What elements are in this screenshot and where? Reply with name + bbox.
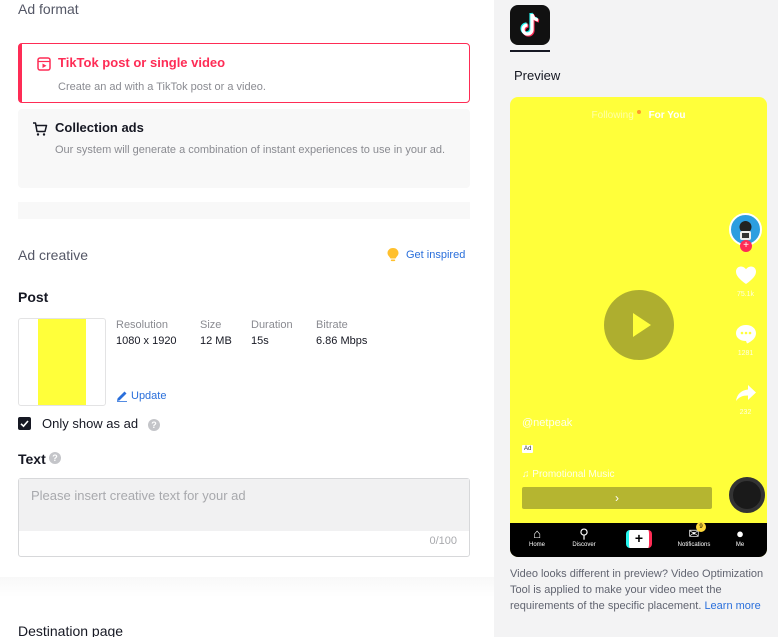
post-heading: Post: [18, 289, 49, 305]
help-icon[interactable]: ?: [148, 419, 160, 431]
checkmark-icon: [20, 420, 29, 428]
character-counter: 0/100: [429, 535, 457, 547]
preview-label: Preview: [514, 68, 561, 83]
option-collection-ads[interactable]: Collection ads Our system will generate …: [18, 109, 470, 188]
duration-value: 15s: [251, 335, 269, 347]
ad-format-heading: Ad format: [18, 1, 79, 17]
phone-preview: Following For You + 75.1k 1281 232 @netp…: [510, 97, 767, 557]
destination-page-heading: Destination page: [18, 623, 124, 637]
cta-button: ›: [522, 487, 712, 509]
tiktok-logo-icon: [520, 12, 540, 37]
get-inspired-link[interactable]: Get inspired: [386, 246, 465, 264]
cart-icon: [33, 122, 48, 136]
text-heading: Text: [18, 451, 46, 467]
music-disc-icon: [729, 477, 765, 513]
ad-text-input[interactable]: Please insert creative text for your ad …: [18, 478, 470, 557]
resolution-label: Resolution: [116, 319, 168, 331]
only-show-as-ad-checkbox[interactable]: [18, 417, 31, 430]
update-button[interactable]: Update: [116, 390, 166, 402]
size-label: Size: [200, 319, 222, 331]
tab-for-you: For You: [648, 110, 686, 121]
bitrate-value: 6.86 Mbps: [316, 335, 368, 347]
music-label: ♫ Promotional Music: [522, 469, 615, 480]
nav-home: ⌂ Home: [517, 526, 557, 548]
create-plus-icon: +: [626, 530, 652, 548]
video-post-icon: [37, 57, 51, 71]
learn-more-link[interactable]: Learn more: [704, 600, 760, 612]
text-input-area: [19, 479, 469, 531]
lightbulb-icon: [387, 248, 399, 262]
option-description: Create an ad with a TikTok post or a vid…: [58, 81, 266, 93]
search-icon: ⚲: [579, 526, 589, 541]
live-dot: [637, 110, 641, 114]
preview-note: Video looks different in preview? Video …: [510, 566, 768, 614]
follow-plus-icon: +: [740, 240, 752, 252]
video-thumbnail[interactable]: [18, 318, 106, 406]
thumbnail-frame: [38, 319, 86, 405]
like-button: 75.1k: [732, 264, 759, 298]
ad-settings-panel: Ad format TikTok post or single video Cr…: [0, 0, 494, 637]
nav-notifications: ✉ Notifications: [674, 526, 714, 548]
tiktok-app-tab[interactable]: [510, 5, 550, 45]
get-inspired-label: Get inspired: [406, 249, 466, 261]
home-icon: ⌂: [533, 526, 541, 541]
inbox-icon: ✉: [688, 526, 700, 541]
share-count: 232: [739, 409, 752, 416]
avatar: +: [729, 213, 762, 252]
help-icon[interactable]: ?: [49, 452, 61, 464]
nav-discover-label: Discover: [572, 542, 596, 548]
resolution-value: 1080 x 1920: [116, 335, 177, 347]
nav-notifications-label: Notifications: [677, 542, 711, 548]
ad-tag: Ad: [522, 445, 534, 453]
option-description: Our system will generate a combination o…: [55, 144, 446, 156]
active-tab-indicator: [510, 50, 550, 52]
nav-home-label: Home: [528, 542, 545, 548]
like-count: 75.1k: [736, 291, 755, 298]
comment-icon: [735, 325, 756, 344]
heart-icon: [735, 266, 756, 284]
option-tiktok-post[interactable]: TikTok post or single video Create an ad…: [18, 43, 470, 103]
bottom-nav: ⌂ Home ⚲ Discover + ✉ Notifications 9 ● …: [510, 522, 767, 557]
ad-creative-heading: Ad creative: [18, 247, 89, 263]
section-divider: [18, 202, 470, 219]
only-show-as-ad-label: Only show as ad: [42, 416, 139, 431]
text-placeholder: Please insert creative text for your ad: [31, 488, 246, 503]
option-title: Collection ads: [55, 120, 144, 135]
play-button[interactable]: [604, 290, 674, 360]
tab-following: Following: [591, 110, 634, 121]
update-label: Update: [131, 390, 167, 402]
nav-me-label: Me: [735, 542, 745, 548]
bitrate-label: Bitrate: [316, 319, 348, 331]
comment-count: 1281: [737, 350, 754, 357]
option-title: TikTok post or single video: [58, 55, 226, 70]
share-icon: [735, 385, 756, 401]
pencil-icon: [117, 391, 127, 402]
profile-icon: ●: [736, 526, 744, 541]
comment-button: 1281: [732, 323, 759, 357]
nav-me: ● Me: [720, 526, 760, 548]
share-button: 232: [732, 382, 759, 416]
username: @netpeak: [522, 417, 573, 429]
nav-discover: ⚲ Discover: [564, 526, 604, 548]
size-value: 12 MB: [200, 335, 232, 347]
section-divider: [0, 577, 494, 597]
duration-label: Duration: [251, 319, 293, 331]
notification-badge: 9: [696, 522, 706, 532]
